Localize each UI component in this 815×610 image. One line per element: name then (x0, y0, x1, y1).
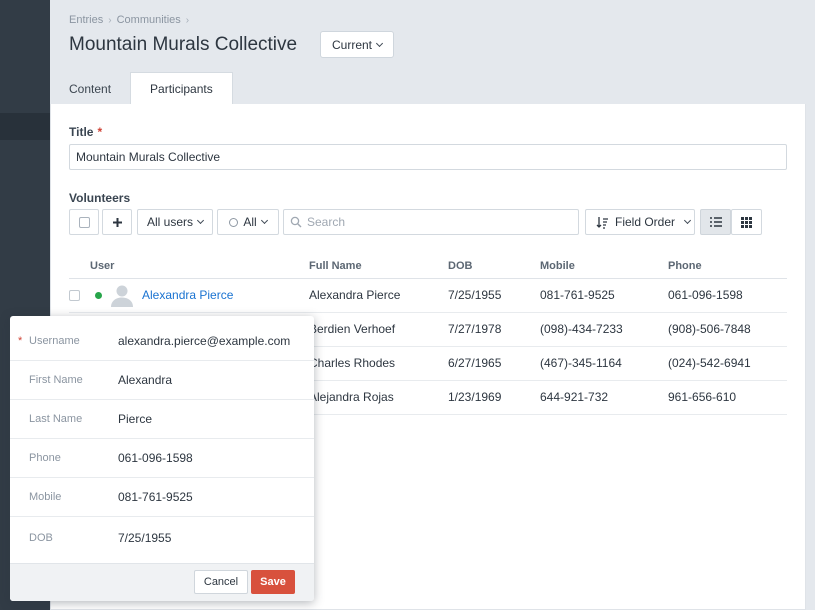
popup-field-mobile: Mobile 081-761-9525 (10, 478, 314, 517)
full-name-cell: Alexandra Pierce (309, 278, 448, 313)
add-user-button[interactable] (102, 209, 132, 235)
chevron-down-icon (260, 216, 268, 225)
status-filter-dropdown[interactable]: All (217, 209, 279, 235)
mobile-cell: (098)-434-7233 (540, 312, 668, 347)
page-title: Mountain Murals Collective (69, 34, 298, 55)
breadcrumb-separator-icon: › (108, 14, 112, 26)
dob-cell: 6/27/1965 (448, 346, 540, 381)
title-label-text: Title (69, 125, 94, 139)
column-header-phone[interactable]: Phone (668, 254, 787, 279)
status-online-icon (95, 291, 102, 299)
tab-bar: Content Participants (50, 72, 233, 105)
search-icon (290, 216, 302, 228)
mobile-cell: 644-921-732 (540, 380, 668, 415)
popup-field-value[interactable]: 061-096-1598 (118, 451, 193, 465)
tab-label: Participants (150, 82, 213, 96)
popup-field-value[interactable]: alexandra.pierce@example.com (118, 334, 290, 348)
popup-field-label: Mobile (29, 491, 62, 503)
mobile-cell: 081-761-9525 (540, 278, 668, 313)
breadcrumb: Entries › Communities › (69, 14, 189, 26)
tab-label: Content (69, 81, 112, 96)
grid-view-button[interactable] (731, 209, 762, 235)
full-name-cell: Charles Rhodes (309, 346, 448, 381)
volunteers-field-label: Volunteers (69, 191, 131, 205)
popup-field-last-name: Last Name Pierce (10, 400, 314, 439)
title-input[interactable] (69, 144, 787, 170)
chevron-down-icon (196, 216, 205, 225)
user-cell: Alexandra Pierce (69, 278, 309, 313)
sort-label: Field Order (615, 215, 676, 229)
avatar-icon (111, 285, 133, 307)
users-filter-dropdown[interactable]: All users (137, 209, 213, 235)
revision-status-button[interactable]: Current (320, 31, 395, 58)
required-icon: * (97, 125, 103, 139)
list-view-icon (709, 217, 722, 227)
popup-field-dob: DOB 7/25/1955 (10, 518, 314, 557)
column-header-user[interactable]: User (69, 254, 309, 279)
column-header-dob[interactable]: DOB (448, 254, 540, 279)
table-row[interactable]: Alexandra Pierce Alexandra Pierce 7/25/1… (69, 278, 787, 313)
tab-content[interactable]: Content (50, 72, 130, 105)
popup-field-phone: Phone 061-096-1598 (10, 439, 314, 478)
plus-icon (112, 217, 122, 227)
dob-cell: 7/27/1978 (448, 312, 540, 347)
column-header-full-name[interactable]: Full Name (309, 254, 448, 279)
save-button[interactable]: Save (251, 570, 295, 594)
cancel-button[interactable]: Cancel (194, 570, 248, 594)
search-input[interactable] (307, 215, 567, 229)
status-circle-icon (229, 217, 239, 227)
checkbox-icon (78, 216, 90, 228)
title-field-label: Title * (69, 125, 102, 139)
row-checkbox[interactable] (69, 289, 80, 301)
table-header-row: User Full Name DOB Mobile Phone (69, 254, 787, 279)
dob-cell: 7/25/1955 (448, 278, 540, 313)
full-name-cell: Berdien Verhoef (309, 312, 448, 347)
popup-field-value[interactable]: Pierce (118, 412, 152, 426)
popup-field-label: Last Name (29, 413, 83, 425)
popup-field-value[interactable]: Alexandra (118, 373, 172, 387)
popup-field-first-name: First Name Alexandra (10, 361, 314, 400)
breadcrumb-communities[interactable]: Communities (117, 14, 181, 26)
sort-dropdown[interactable]: Field Order (585, 209, 695, 235)
full-name-cell: Alejandra Rojas (309, 380, 448, 415)
phone-cell: 961-656-610 (668, 380, 787, 415)
sort-icon (596, 216, 608, 229)
popup-field-value[interactable]: 081-761-9525 (118, 490, 193, 504)
popup-field-label: First Name (29, 374, 83, 386)
breadcrumb-entries[interactable]: Entries (69, 14, 103, 26)
revision-status-label: Current (332, 37, 373, 52)
popup-field-label: * Username (18, 335, 80, 347)
users-filter-label: All users (146, 215, 193, 229)
popup-field-value[interactable]: 7/25/1955 (118, 531, 171, 545)
dob-cell: 1/23/1969 (448, 380, 540, 415)
status-filter-label: All (243, 215, 257, 229)
list-view-button[interactable] (700, 209, 731, 235)
column-header-mobile[interactable]: Mobile (540, 254, 668, 279)
phone-cell: (908)-506-7848 (668, 312, 787, 347)
phone-cell: (024)-542-6941 (668, 346, 787, 381)
popup-field-label: DOB (29, 531, 53, 544)
user-details-popup: * Username alexandra.pierce@example.com F… (10, 316, 314, 601)
breadcrumb-separator-icon: › (185, 14, 190, 26)
volunteers-toolbar: All users All Field Order (69, 209, 787, 235)
chevron-down-icon (375, 39, 384, 47)
select-all-checkbox[interactable] (69, 209, 99, 235)
chevron-down-icon (683, 216, 692, 225)
tab-participants[interactable]: Participants (130, 72, 233, 105)
popup-field-username: * Username alexandra.pierce@example.com (10, 322, 314, 361)
phone-cell: 061-096-1598 (668, 278, 787, 313)
popup-label-text: Username (29, 335, 80, 347)
mobile-cell: (467)-345-1164 (540, 346, 668, 381)
required-icon: * (18, 335, 23, 347)
popup-field-label: Phone (29, 452, 61, 464)
grid-view-icon (741, 216, 752, 228)
sidebar-active-band (0, 113, 50, 140)
search-field[interactable] (283, 209, 579, 235)
popup-footer: Cancel Save (10, 563, 314, 601)
user-link[interactable]: Alexandra Pierce (142, 288, 233, 302)
